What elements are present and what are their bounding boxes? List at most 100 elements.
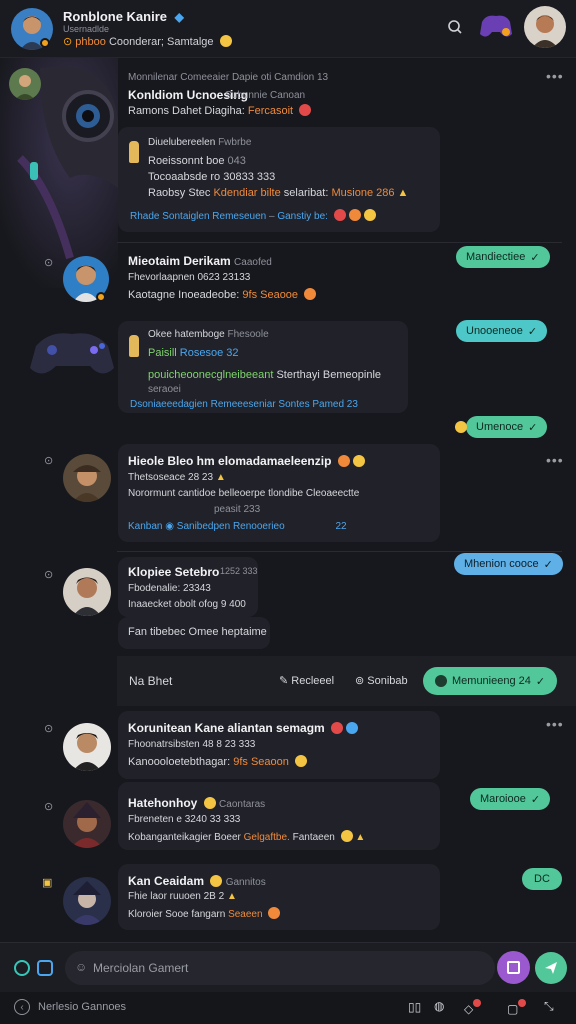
check-icon: ✓ xyxy=(543,558,553,571)
footer-label: Nerlesio Gannoes xyxy=(38,1001,127,1013)
reply-icon[interactable]: ⊙ xyxy=(44,256,53,269)
chat-header: Ronblone Kanire ◆ Usernadlde ⊙ phboo Coo… xyxy=(0,0,576,58)
message-author-name: Kan Ceaidam xyxy=(128,874,205,888)
gamepad-badge-icon[interactable] xyxy=(476,8,516,44)
reaction-pill[interactable]: Maroiooe ✓ xyxy=(470,788,551,810)
emoji-picker-icon[interactable]: ☺ xyxy=(75,960,87,974)
message-divider xyxy=(117,242,562,243)
reply-icon[interactable]: ⊙ xyxy=(44,454,53,467)
profile-avatar[interactable] xyxy=(524,6,566,48)
send-button[interactable] xyxy=(535,952,567,984)
message-author-name: Hieole Bleo hm elomadamaeleenzip xyxy=(128,454,332,468)
messages-icon[interactable]: ▢ xyxy=(507,999,527,1016)
calendar-icon xyxy=(507,961,520,974)
reply-icon[interactable]: ⊙ xyxy=(44,722,53,735)
check-icon: ✓ xyxy=(527,325,538,338)
subtitle-text: Coonderar; Samtalge xyxy=(108,36,214,48)
emoji-icon xyxy=(346,722,359,734)
gif-button[interactable] xyxy=(497,951,530,984)
message-input-placeholder: Merciolan Gamert xyxy=(93,961,189,975)
message-avatar[interactable] xyxy=(63,877,111,925)
reaction-pill[interactable]: Mhenion cooce ✓ xyxy=(454,553,563,575)
embed-link[interactable]: Dsoniaeeedagien Remeeeseniar Sontes Pame… xyxy=(130,399,358,410)
notifications-icon[interactable]: ◇ xyxy=(464,999,482,1016)
reaction-pill[interactable]: Mandiectiee ✓ xyxy=(456,246,550,268)
expand-icon[interactable]: ⤡ xyxy=(544,999,554,1014)
embed-card[interactable]: Okee hatemboge Fhesoole Paisill Rosesoe … xyxy=(118,321,408,413)
more-icon[interactable]: ••• xyxy=(546,716,564,732)
settings-icon: ⊚ xyxy=(355,675,365,687)
action-bar: Na Bhet ✎ Recleeel ⊚ Sonibab Memunieeng … xyxy=(117,656,576,706)
edit-icon: ✎ xyxy=(279,675,289,687)
chat-title-text: Ronblone Kanire xyxy=(63,9,168,24)
embed-title-text: Okee hatemboge xyxy=(148,329,225,340)
reaction-pill-label: Maroiooe xyxy=(480,793,526,805)
message-input[interactable]: ☺ Merciolan Gamert xyxy=(65,951,495,985)
reaction-pill[interactable]: Umenoce ✓ xyxy=(466,416,548,438)
embed-link-text: Rhade Sontaiglen Remeseuen xyxy=(130,211,267,222)
message-text: Fhevorlaapnen 0623 23133 xyxy=(128,272,251,283)
reply-icon[interactable]: ⊙ xyxy=(44,568,53,581)
message-author: Hatehonhoy Caontaras xyxy=(128,796,265,810)
reaction-pill[interactable]: Unooeneoe ✓ xyxy=(456,320,548,342)
action-bar-label: Na Bhet xyxy=(129,674,173,688)
message-link[interactable]: Kanban ◉ Sanibedpen Renooerieo 22 xyxy=(128,521,347,532)
embed-title-text: Diuelubereelen xyxy=(148,137,216,148)
footer-bar: ‹ Nerlesio Gannoes ▯▯ ◍ ◇ ▢ ⤡ xyxy=(0,992,576,1024)
message-meta: Caontaras xyxy=(219,799,266,810)
message-text-part: Kobanganteikagier Boeer xyxy=(128,832,241,843)
emoji-icon xyxy=(348,209,361,221)
message-author-name: Korunitean Kane aliantan semagm xyxy=(128,721,325,735)
reload-button[interactable]: ✎ Recleeel xyxy=(279,674,334,687)
embed-icon xyxy=(129,141,139,163)
embed-green-text: pouicheoonecglneibeeant xyxy=(148,369,274,381)
message-meta: 1252 333 xyxy=(220,566,258,576)
reaction-pill[interactable]: DC xyxy=(522,868,562,890)
attach-button[interactable] xyxy=(14,960,30,976)
check-circle-icon: ◉ xyxy=(165,521,174,532)
embed-title: Diuelubereelen Fwbrbe xyxy=(148,137,251,148)
reply-icon[interactable]: ▣ xyxy=(42,876,52,889)
embed-card[interactable]: Diuelubereelen Fwbrbe Roeissonnt boe 043… xyxy=(118,127,440,232)
message-text: Kloroier Sooe fangarn Seaeen xyxy=(128,907,281,920)
message-avatar[interactable] xyxy=(63,454,111,502)
reaction-pill-label: Mhenion cooce xyxy=(464,558,539,570)
embed-line: pouicheoonecglneibeeant Sterthayi Bemeop… xyxy=(148,369,381,381)
emoji-icon xyxy=(294,755,307,767)
more-icon[interactable]: ••• xyxy=(546,452,564,468)
message-author: Kan Ceaidam Gannitos xyxy=(128,874,266,888)
embed-link[interactable]: Rhade Sontaiglen Remeseuen – Ganstiy be: xyxy=(130,209,376,222)
message-avatar[interactable] xyxy=(63,568,111,616)
chat-title: Ronblone Kanire ◆ xyxy=(63,9,184,24)
message-accent-text: Fercasoit xyxy=(247,105,294,117)
search-button[interactable] xyxy=(444,16,466,38)
reply-icon[interactable]: ⊙ xyxy=(44,800,53,813)
book-icon[interactable]: ▯▯ xyxy=(408,1000,421,1014)
emoji-icon xyxy=(299,104,312,116)
image-button[interactable] xyxy=(37,960,53,976)
message-bubble: Hieole Bleo hm elomadamaeleenzip Thetsos… xyxy=(118,444,440,542)
emoji-icon xyxy=(304,288,317,300)
emoji-icon xyxy=(210,875,223,887)
message-author: Mieotaim Derikam Caaofed xyxy=(128,254,272,268)
message-author-name: Mieotaim Derikam xyxy=(128,254,231,268)
search-icon xyxy=(448,20,462,34)
check-icon: ✓ xyxy=(530,793,541,806)
online-status-dot xyxy=(96,292,106,302)
embed-line: Paisill Rosesoe 32 xyxy=(148,347,239,359)
emoji-icon xyxy=(333,209,346,221)
embed-line: Tocoaabsde ro 30833 333 xyxy=(148,171,276,183)
settings-button[interactable]: ⊚ Sonibab xyxy=(355,674,408,687)
more-icon[interactable]: ••• xyxy=(546,68,564,84)
message-avatar[interactable] xyxy=(63,800,111,848)
message-avatar[interactable] xyxy=(9,68,41,100)
message-link-text: Sanibedpen Renooerieo xyxy=(176,521,285,532)
message-bubble: Korunitean Kane aliantan semagm Fhoonatr… xyxy=(118,711,440,779)
emoji-icon xyxy=(268,907,281,919)
chat-icon[interactable]: ◍ xyxy=(434,999,444,1013)
back-icon[interactable]: ‹ xyxy=(14,999,30,1015)
message-composer: ☺ Merciolan Gamert xyxy=(0,942,576,992)
warning-icon: ▲ xyxy=(215,472,226,483)
primary-action-button[interactable]: Memunieeng 24 ✓ xyxy=(423,667,558,695)
message-avatar[interactable] xyxy=(63,723,111,771)
